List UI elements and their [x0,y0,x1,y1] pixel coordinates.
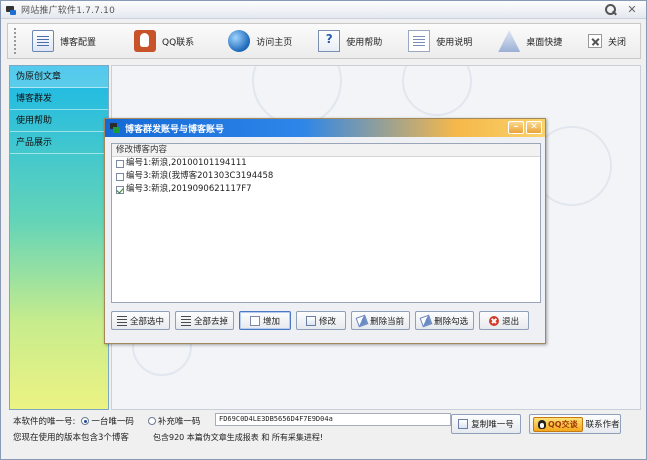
dialog-app-icon [109,122,121,134]
list-item-text: 编号1:新浪,20100101194111 [126,158,247,168]
feature-note: 包含920 本篇伪文章生成报表 和 所有采集进程! [153,433,324,442]
sidebar-item-help[interactable]: 使用帮助 [10,110,108,132]
row-checkbox[interactable] [116,172,124,181]
toolbar-close-label: 关闭 [607,37,626,48]
radio-single-code[interactable] [81,417,90,425]
contact-author-label: 联系作者 [585,420,620,430]
desktop-shortcut-icon [498,30,521,52]
toolbar-item-label: 博客配置 [60,37,97,48]
delete-checked-button[interactable]: 删除勾选 [415,311,475,330]
toolbar-item-label: 桌面快捷 [526,37,563,48]
toolbar-item-label: 使用帮助 [346,37,383,48]
exit-button[interactable]: 退出 [479,311,530,330]
deselect-all-label: 全部去掉 [194,316,229,327]
toolbar-desktop-shortcut-button[interactable]: 桌面快捷 [492,26,568,56]
delete-current-button[interactable]: 删除当前 [351,311,411,330]
blog-accounts-dialog: 博客群发账号与博客账号 – ✕ 修改博客内容 编号1:新浪,2010010119… [104,118,546,344]
dialog-close-button[interactable]: ✕ [526,121,542,134]
toolbar-help-button[interactable]: 使用帮助 [312,26,388,56]
qq-chat-label: QQ交谈 [548,419,578,429]
unique-code-field[interactable]: FD69C0D4LE3DB5656D4F7E9D04a [215,413,451,426]
toolbar-item-label: 访问主页 [256,37,293,48]
dialog-window-controls: – ✕ [508,121,542,134]
select-all-button[interactable]: 全部选中 [111,311,171,330]
document-icon [408,30,431,52]
unique-id-label: 本软件的唯一号: [13,417,76,427]
toolbar-blog-config-button[interactable]: 博客配置 [26,26,102,56]
qq-chat-badge: QQ交谈 [533,416,583,432]
search-icon[interactable] [604,3,618,17]
list-group-label: 修改博客内容 [112,144,540,157]
dialog-title-bar[interactable]: 博客群发账号与博客账号 – ✕ [105,119,545,137]
toolbar-instructions-button[interactable]: 使用说明 [402,26,478,56]
add-button[interactable]: 增加 [239,311,292,330]
toolbar-item-label: QQ联系 [162,37,195,48]
sidebar-item-blog-mass-post[interactable]: 博客群发 [10,88,108,110]
sidebar-item-products[interactable]: 产品展示 [10,132,108,154]
add-label: 增加 [263,316,281,327]
exit-label: 退出 [502,316,520,327]
list-item[interactable]: 编号3:新浪,2019090621117F7 [112,183,540,196]
toolbar-close-button[interactable]: 关闭 [582,26,632,56]
toolbar-item-label: 使用说明 [436,37,473,48]
radio-supplement-code[interactable] [147,417,156,425]
title-bar-controls: ✕ [604,3,640,17]
help-icon [318,30,341,52]
dialog-minimize-button[interactable]: – [508,121,524,134]
eraser-icon [419,314,433,327]
list-item[interactable]: 编号3:新浪(我博客201303C3194458 [112,170,540,183]
blog-account-list: 修改博客内容 编号1:新浪,20100101194111 编号3:新浪(我博客2… [111,143,541,303]
close-icon [587,34,602,48]
globe-icon [228,30,251,52]
qq-icon [134,30,157,52]
delete-current-label: 删除当前 [370,316,405,327]
radio-supplement-code-label: 补充唯一码 [157,417,201,427]
qq-penguin-icon [538,419,546,429]
exit-icon [489,315,500,326]
bottom-status-panel: 本软件的唯一号: 一台唯一码 补充唯一码 FD69C0D4LE3DB5656D4… [9,411,641,455]
blog-icon [32,30,54,52]
list-icon [117,315,127,326]
dialog-button-bar: 全部选中 全部去掉 增加 修改 删除当前 删除勾选 退出 [111,311,541,333]
list-icon [181,315,192,326]
list-item-text: 编号3:新浪(我博客201303C3194458 [126,171,274,181]
app-logo-icon [5,4,17,16]
copy-unique-id-label: 复制唯一号 [471,420,514,430]
window-close-button[interactable]: ✕ [624,3,640,17]
window-title: 网站推广软件1.7.7.10 [21,6,116,16]
title-bar: 网站推广软件1.7.7.10 ✕ [1,1,646,19]
copy-icon [458,419,469,429]
background-swirl [402,66,472,116]
list-item-text: 编号3:新浪,2019090621117F7 [126,184,252,194]
edit-button[interactable]: 修改 [296,311,347,330]
app-window: 网站推广软件1.7.7.10 ✕ 博客配置 QQ联系 访问主页 使用帮助 使用说… [0,0,647,460]
copy-unique-id-button[interactable]: 复制唯一号 [451,414,521,434]
sidebar: 伪原创文章 博客群发 使用帮助 产品展示 [9,65,109,410]
new-page-icon [250,315,261,326]
toolbar-visit-homepage-button[interactable]: 访问主页 [222,26,298,56]
row-checkbox[interactable] [116,159,124,168]
unique-id-row: 本软件的唯一号: 一台唯一码 补充唯一码 [13,413,200,429]
toolbar-qq-contact-button[interactable]: QQ联系 [128,26,200,56]
select-all-label: 全部选中 [130,316,165,327]
delete-checked-label: 删除勾选 [434,316,469,327]
list-item[interactable]: 编号1:新浪,20100101194111 [112,157,540,170]
background-swirl [252,66,342,126]
edit-icon [306,315,317,326]
edit-label: 修改 [319,316,337,327]
eraser-icon [355,314,369,327]
sidebar-item-pseudo-original[interactable]: 伪原创文章 [10,66,108,88]
toolbar-grip [14,28,16,54]
main-toolbar: 博客配置 QQ联系 访问主页 使用帮助 使用说明 桌面快捷 关闭 [7,23,641,59]
version-note: 您现在使用的版本包含3个博客 [13,433,129,443]
deselect-all-button[interactable]: 全部去掉 [175,311,235,330]
dialog-title: 博客群发账号与博客账号 [125,124,225,135]
contact-author-button[interactable]: QQ交谈 联系作者 [529,414,621,434]
row-checkbox-checked[interactable] [116,185,124,194]
radio-single-code-label: 一台唯一码 [91,417,134,427]
